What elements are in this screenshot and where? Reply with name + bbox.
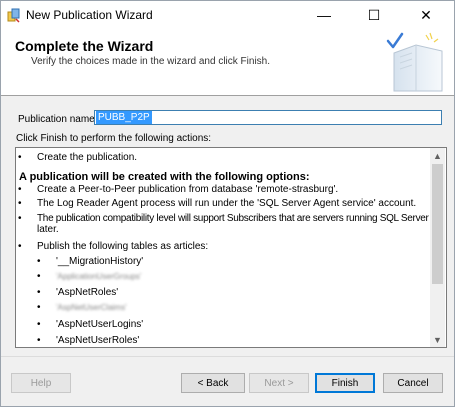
wizard-book-icon xyxy=(386,32,443,92)
next-button[interactable]: Next > xyxy=(249,373,309,393)
scroll-thumb[interactable] xyxy=(432,164,443,284)
scroll-up-arrow-icon[interactable]: ▲ xyxy=(430,148,445,163)
help-button[interactable]: Help xyxy=(11,373,71,393)
bullet-icon: • xyxy=(18,152,22,163)
page-title: Complete the Wizard xyxy=(15,38,154,54)
actions-summary-content: • Create the publication. A publication … xyxy=(16,148,429,347)
vertical-scrollbar[interactable]: ▲ ▼ xyxy=(430,148,445,347)
article-name: 'AspNetRoles' xyxy=(56,287,119,298)
option-text: The Log Reader Agent process will run un… xyxy=(37,198,417,209)
minimize-button[interactable]: — xyxy=(302,1,346,29)
wizard-body: Publication name: PUBB_P2P Click Finish … xyxy=(1,96,454,349)
article-name: 'ApplicationUserGroups' xyxy=(56,272,142,281)
back-button[interactable]: < Back xyxy=(181,373,245,393)
actions-summary-box[interactable]: • Create the publication. A publication … xyxy=(15,147,447,348)
wizard-window: New Publication Wizard — ☐ ✕ Complete th… xyxy=(0,0,455,407)
bullet-icon: • xyxy=(37,319,41,330)
bullet-icon: • xyxy=(18,198,22,209)
bullet-icon: • xyxy=(37,271,41,282)
publication-name-label: Publication name: xyxy=(18,114,98,125)
bullet-icon: • xyxy=(37,287,41,298)
publication-name-value: PUBB_P2P xyxy=(96,111,152,124)
option-text: Publish the following tables as articles… xyxy=(37,241,209,252)
wizard-header: Complete the Wizard Verify the choices m… xyxy=(1,29,454,96)
bullet-icon: • xyxy=(37,302,41,313)
article-name: '__MigrationHistory' xyxy=(56,256,144,267)
page-subtitle: Verify the choices made in the wizard an… xyxy=(31,56,270,67)
bullet-icon: • xyxy=(37,335,41,346)
maximize-button[interactable]: ☐ xyxy=(352,1,396,29)
bullet-icon: • xyxy=(18,184,22,195)
option-text: later. xyxy=(37,224,59,235)
bullet-icon: • xyxy=(18,213,22,224)
article-name: 'AspNetUserLogins' xyxy=(56,319,144,330)
options-heading: A publication will be created with the f… xyxy=(19,171,310,183)
footer-divider xyxy=(1,356,454,357)
publication-icon xyxy=(7,8,20,23)
bullet-icon: • xyxy=(18,241,22,252)
article-name: 'AspNetUserRoles' xyxy=(56,335,140,346)
option-text: The publication compatibility level will… xyxy=(37,213,429,224)
option-text: Create a Peer-to-Peer publication from d… xyxy=(37,184,339,195)
publication-name-input[interactable]: PUBB_P2P xyxy=(94,110,442,125)
action-create: Create the publication. xyxy=(37,152,138,163)
article-name: 'AspNetUserClaims' xyxy=(56,303,127,312)
bullet-icon: • xyxy=(37,256,41,267)
finish-button[interactable]: Finish xyxy=(315,373,375,393)
close-button[interactable]: ✕ xyxy=(404,1,448,29)
scroll-down-arrow-icon[interactable]: ▼ xyxy=(430,332,445,347)
window-title: New Publication Wizard xyxy=(26,8,153,22)
title-bar: New Publication Wizard — ☐ ✕ xyxy=(1,1,454,29)
instruction-text: Click Finish to perform the following ac… xyxy=(16,133,212,144)
cancel-button[interactable]: Cancel xyxy=(383,373,443,393)
